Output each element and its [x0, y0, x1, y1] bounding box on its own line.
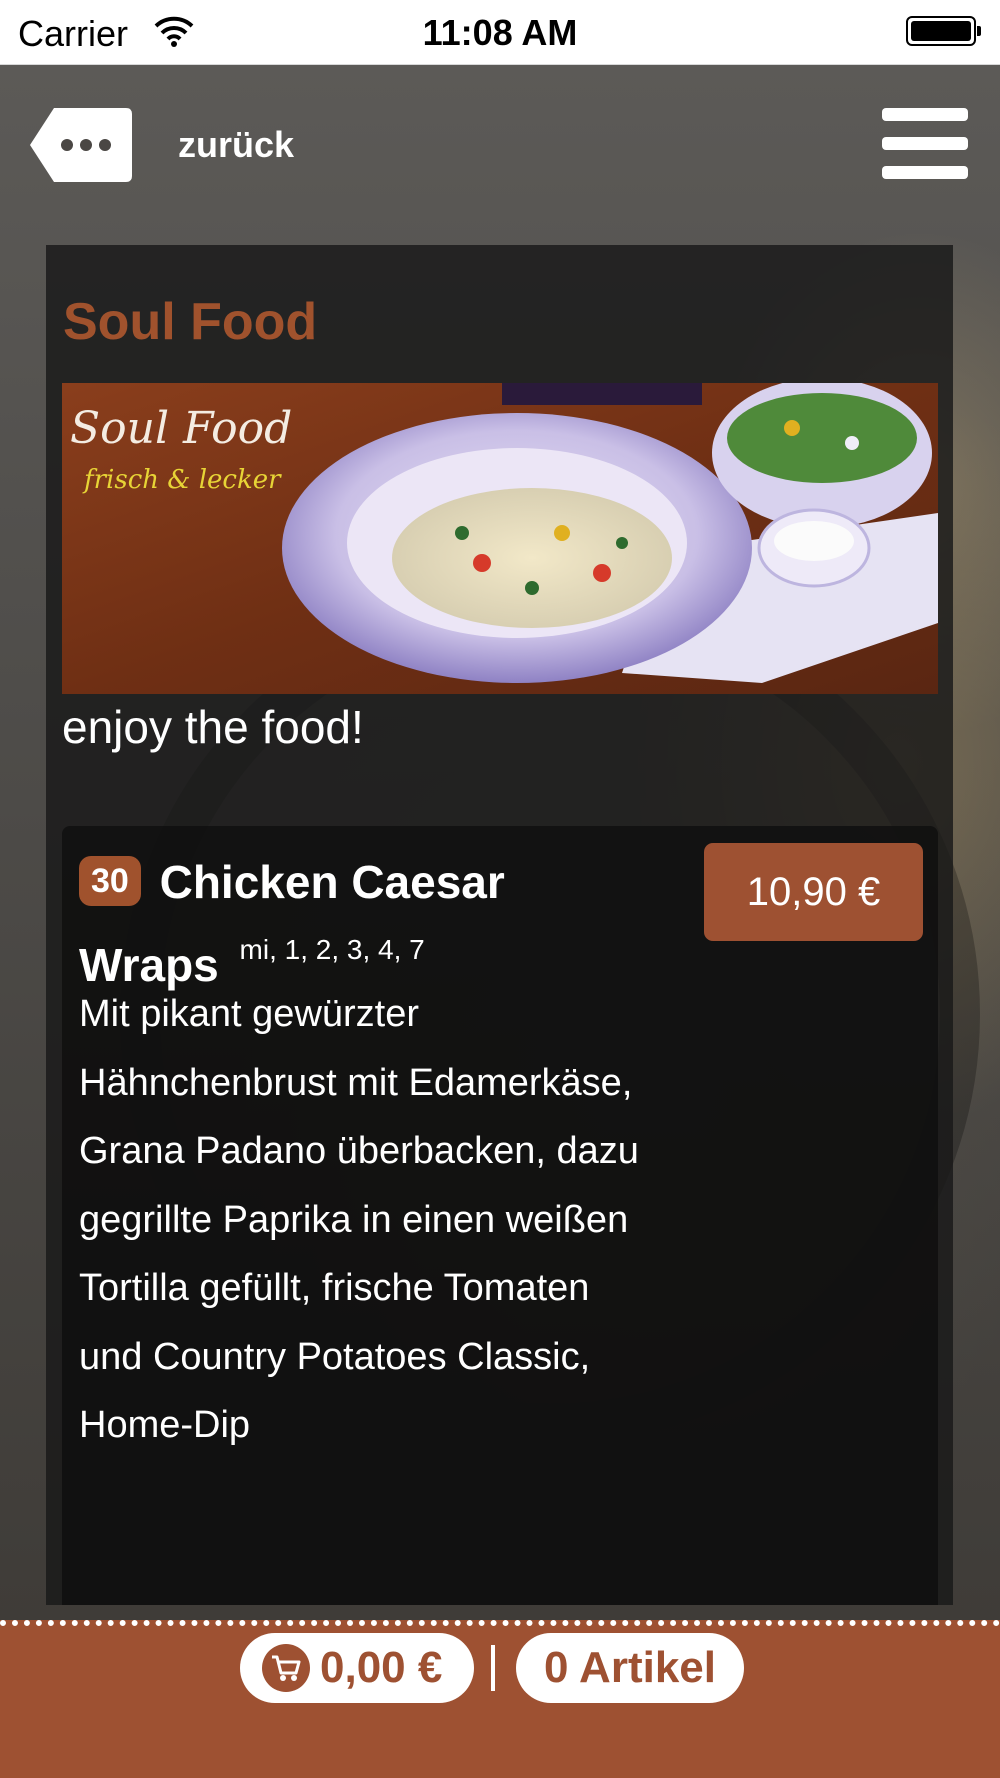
cart-count-pill[interactable]: 0 Artikel	[516, 1633, 744, 1703]
cart-bar	[0, 1620, 1000, 1778]
cart-icon	[262, 1644, 310, 1692]
page-title: Soul Food	[63, 293, 318, 351]
allergen-codes: mi, 1, 2, 3, 4, 7	[239, 934, 425, 965]
item-name: Chicken Caesar Wraps	[79, 856, 505, 991]
back-button[interactable]	[30, 108, 132, 182]
battery-icon	[906, 16, 981, 46]
back-label[interactable]: zurück	[178, 124, 294, 166]
menu-item-title: 30 Chicken Caesar Wraps mi, 1, 2, 3, 4, …	[79, 848, 639, 999]
status-time: 11:08 AM	[422, 12, 578, 53]
banner-script-subtitle: frisch & lecker	[82, 465, 282, 495]
item-description: Mit pikant gewürzter Hähnchenbrust mit E…	[79, 993, 639, 1446]
banner-script-title: Soul Food	[70, 403, 292, 454]
pasta-dish-image: Soul Food frisch & lecker	[62, 383, 938, 694]
more-dots-icon	[61, 139, 73, 151]
add-to-cart-price-button[interactable]: 10,90 €	[704, 843, 923, 941]
banner-image: Soul Food frisch & lecker	[62, 383, 938, 694]
cart-count: 0 Artikel	[543, 1643, 716, 1692]
status-bar: Carrier 11:08 AM	[0, 0, 1000, 65]
hamburger-icon[interactable]	[882, 108, 968, 180]
cart-total-pill[interactable]: 0,00 €	[240, 1633, 474, 1703]
item-number-badge: 30	[79, 856, 141, 906]
cart-separator	[491, 1645, 495, 1691]
tagline: enjoy the food!	[62, 701, 364, 753]
cart-total: 0,00 €	[320, 1643, 443, 1692]
